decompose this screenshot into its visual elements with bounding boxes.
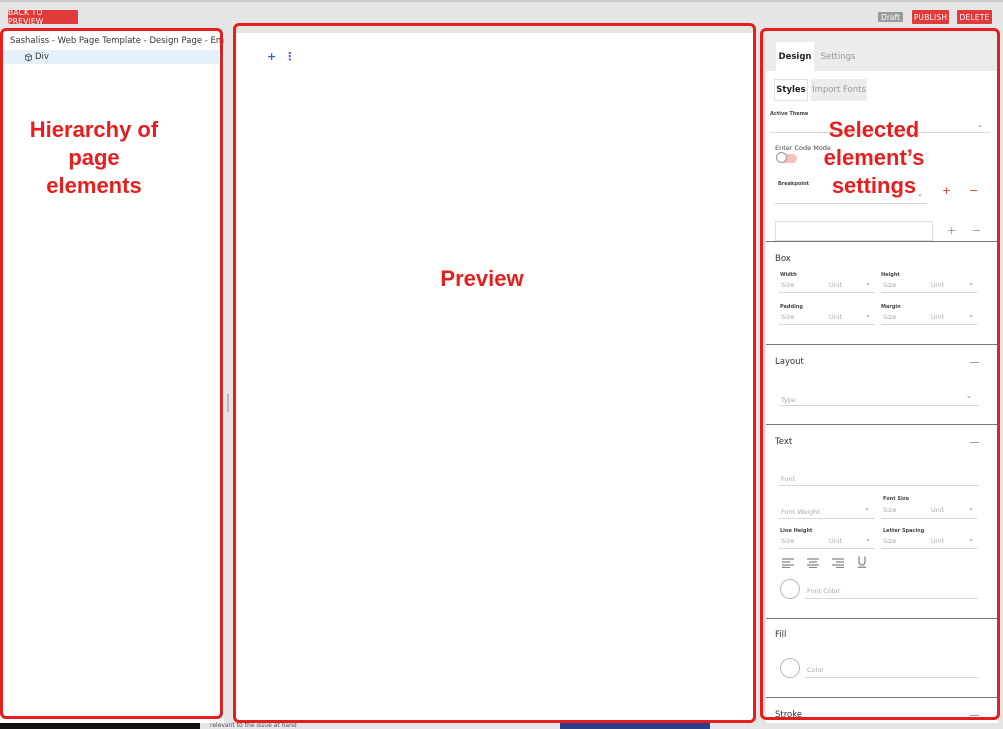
panel-resize-handle[interactable]	[227, 394, 229, 412]
draft-button[interactable]: Draft	[878, 12, 903, 22]
settings-annotation-text: Selected element’s settings	[823, 117, 925, 198]
background-text: relevant to the issue at hand	[210, 722, 297, 729]
publish-button[interactable]: PUBLISH	[912, 10, 949, 24]
top-border	[0, 0, 1003, 2]
preview-annotation-text: Preview	[440, 266, 524, 291]
delete-button[interactable]: DELETE	[957, 10, 992, 24]
hierarchy-annotation-text: Hierarchy of page elements	[29, 117, 159, 198]
background-dark-block	[0, 723, 200, 729]
back-to-preview-button[interactable]: BACK TO PREVIEW	[8, 8, 78, 26]
background-image	[560, 723, 710, 729]
preview-annotation-box	[233, 23, 756, 723]
